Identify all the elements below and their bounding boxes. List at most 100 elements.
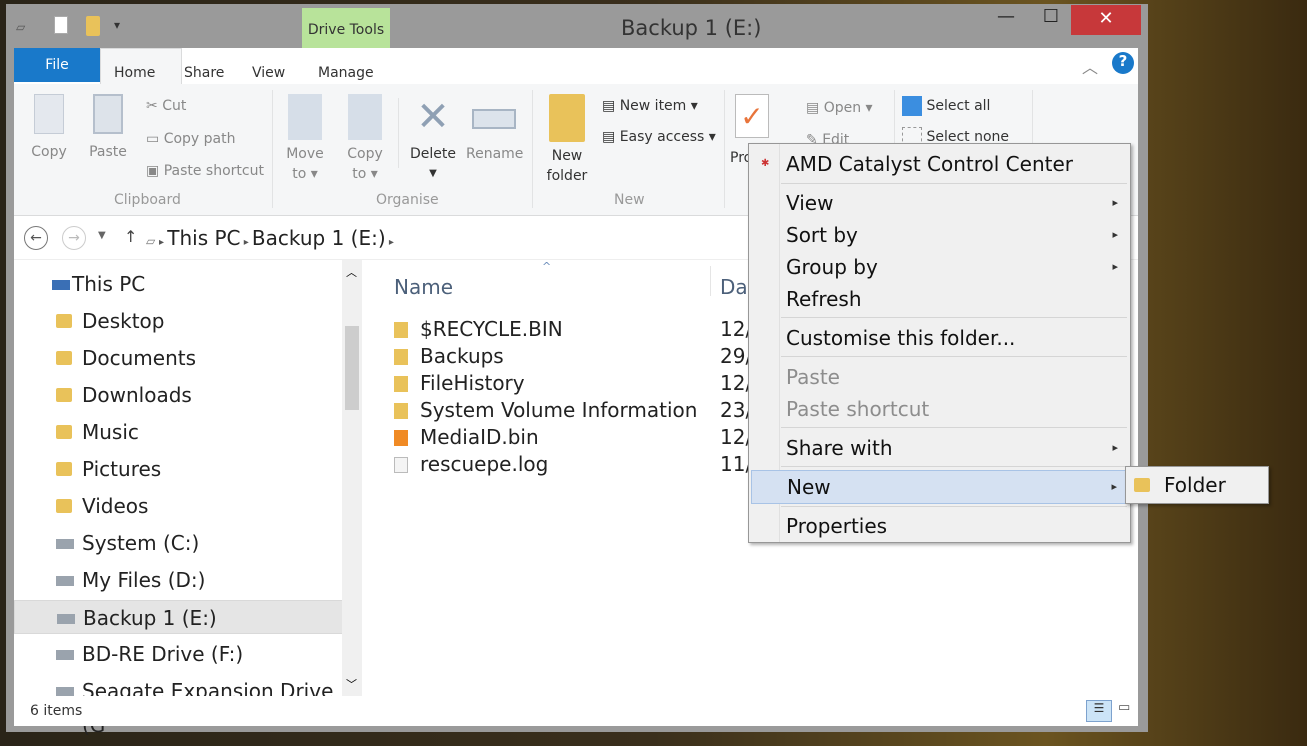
paste-button[interactable]: Paste xyxy=(89,144,127,160)
maximize-button[interactable]: ☐ xyxy=(1036,6,1066,34)
easy-access-button[interactable]: Easy access ▾ xyxy=(620,129,716,145)
nav-item[interactable]: Pictures xyxy=(14,452,348,486)
file-name: FileHistory xyxy=(420,371,525,395)
properties-icon: ✓ xyxy=(735,94,769,138)
context-menu: ✱ AMD Catalyst Control Center View ▸ Sort … xyxy=(748,143,1131,543)
group-organise-label: Organise xyxy=(376,192,439,208)
drive-icon: ▱ xyxy=(146,234,160,248)
collapse-ribbon-icon[interactable]: ︿ xyxy=(1082,54,1098,78)
new-item-icon: ▤ xyxy=(602,98,620,114)
tab-home[interactable]: Home xyxy=(114,65,155,81)
details-view-button[interactable]: ☰ xyxy=(1086,700,1112,722)
nav-item[interactable]: Documents xyxy=(14,341,348,375)
rename-icon xyxy=(472,109,516,129)
address-bar[interactable]: ▱ ▸ This PC ▸ Backup 1 (E:) ▸ xyxy=(146,220,746,256)
nav-item[interactable]: Music xyxy=(14,415,348,449)
select-all-button[interactable]: Select all xyxy=(926,98,990,114)
breadcrumb-backup-e[interactable]: Backup 1 (E:) xyxy=(252,226,386,250)
new-folder-icon xyxy=(549,94,585,142)
amd-icon: ✱ xyxy=(761,158,770,169)
minimize-button[interactable]: — xyxy=(991,6,1021,34)
menu-item-group-by[interactable]: Group by ▸ xyxy=(751,251,1128,283)
folder-icon xyxy=(56,388,72,402)
nav-item[interactable]: Backup 1 (E:) xyxy=(14,600,348,634)
item-count: 6 items xyxy=(30,703,83,719)
scroll-up-icon[interactable]: ︿ xyxy=(346,264,357,280)
customize-qat-icon[interactable]: ▾ xyxy=(114,18,120,32)
menu-item-refresh[interactable]: Refresh xyxy=(751,283,1128,315)
breadcrumb-this-pc[interactable]: This PC xyxy=(167,226,240,250)
folder-icon xyxy=(56,462,72,476)
new-folder-qat-icon[interactable] xyxy=(86,16,100,36)
cut-icon: ✂ xyxy=(146,98,163,114)
large-icons-view-button[interactable]: ▭ xyxy=(1118,700,1130,715)
folder-icon xyxy=(56,425,72,439)
new-item-button[interactable]: New item ▾ xyxy=(620,98,698,114)
rename-button[interactable]: Rename xyxy=(466,94,523,164)
menu-item-share-with[interactable]: Share with ▸ xyxy=(751,432,1128,464)
folder-icon xyxy=(394,403,408,419)
ribbon-tabs: File Home Share View Manage ︿ ? xyxy=(14,48,1138,85)
submenu-arrow-icon: ▸ xyxy=(1112,441,1118,454)
window-title: Backup 1 (E:) xyxy=(621,16,762,40)
open-button[interactable]: Open ▾ xyxy=(824,100,873,116)
recent-locations-button[interactable]: ▼ xyxy=(98,230,106,241)
copy-to-button[interactable]: Copy to ▾ xyxy=(342,94,388,184)
nav-item[interactable]: Downloads xyxy=(14,378,348,412)
folder-icon xyxy=(1134,478,1150,492)
copy-icon xyxy=(34,94,64,134)
drive-icon xyxy=(56,576,74,586)
folder-icon xyxy=(394,349,408,365)
menu-item-paste-shortcut[interactable]: Paste shortcut xyxy=(751,393,1128,425)
menu-item-properties[interactable]: Properties xyxy=(751,510,1128,542)
menu-item-customise[interactable]: Customise this folder... xyxy=(751,322,1128,354)
group-clipboard-label: Clipboard xyxy=(114,192,181,208)
move-to-button[interactable]: Move to ▾ xyxy=(282,94,328,184)
group-new-label: New xyxy=(614,192,645,208)
cut-button[interactable]: Cut xyxy=(162,98,186,114)
column-header-name[interactable]: Name xyxy=(394,275,453,299)
pc-icon xyxy=(52,280,70,290)
folder-icon xyxy=(56,499,72,513)
file-name: rescuepe.log xyxy=(420,452,549,476)
copy-button[interactable]: Copy xyxy=(31,144,67,160)
menu-item-amd[interactable]: ✱ AMD Catalyst Control Center xyxy=(751,148,1128,180)
menu-item-new[interactable]: New ▸ xyxy=(751,470,1128,504)
file-name: System Volume Information xyxy=(420,398,698,422)
up-button[interactable]: ↑ xyxy=(124,227,137,246)
properties-qat-icon[interactable] xyxy=(54,16,68,34)
nav-item[interactable]: System (C:) xyxy=(14,526,348,560)
tab-view[interactable]: View xyxy=(252,65,285,81)
vlc-icon xyxy=(394,430,408,446)
text-file-icon xyxy=(394,457,408,473)
back-button[interactable]: ← xyxy=(24,226,48,250)
close-button[interactable]: ✕ xyxy=(1071,5,1141,35)
nav-item[interactable]: My Files (D:) xyxy=(14,563,348,597)
tab-file[interactable]: File xyxy=(14,48,100,82)
copy-path-button[interactable]: Copy path xyxy=(164,131,236,147)
drive-tools-group: Drive Tools xyxy=(302,8,390,52)
paste-shortcut-button[interactable]: Paste shortcut xyxy=(164,163,264,179)
help-icon[interactable]: ? xyxy=(1112,52,1134,74)
submenu-arrow-icon: ▸ xyxy=(1112,260,1118,273)
copy-to-icon xyxy=(348,94,382,140)
menu-item-view[interactable]: View ▸ xyxy=(751,187,1128,219)
scrollbar-thumb[interactable] xyxy=(345,326,359,410)
new-folder-button[interactable]: New folder xyxy=(542,94,592,186)
nav-item[interactable]: BD-RE Drive (F:) xyxy=(14,637,348,671)
tab-share[interactable]: Share xyxy=(184,65,224,81)
nav-item[interactable]: Videos xyxy=(14,489,348,523)
folder-icon xyxy=(394,376,408,392)
tab-manage[interactable]: Manage xyxy=(318,65,374,81)
delete-button[interactable]: ✕ Delete ▼ xyxy=(408,94,458,184)
nav-item[interactable]: Desktop xyxy=(14,304,348,338)
scroll-down-icon[interactable]: ﹀ xyxy=(346,676,357,692)
nav-scrollbar[interactable]: ︿ ﹀ xyxy=(342,260,362,696)
paste-icon xyxy=(93,94,123,134)
menu-item-paste[interactable]: Paste xyxy=(751,361,1128,393)
nav-item[interactable]: This PC xyxy=(14,267,348,301)
menu-item-sort-by[interactable]: Sort by ▸ xyxy=(751,219,1128,251)
forward-button[interactable]: → xyxy=(62,226,86,250)
drive-icon xyxy=(57,614,75,624)
submenu-item-folder[interactable]: Folder xyxy=(1164,473,1226,497)
